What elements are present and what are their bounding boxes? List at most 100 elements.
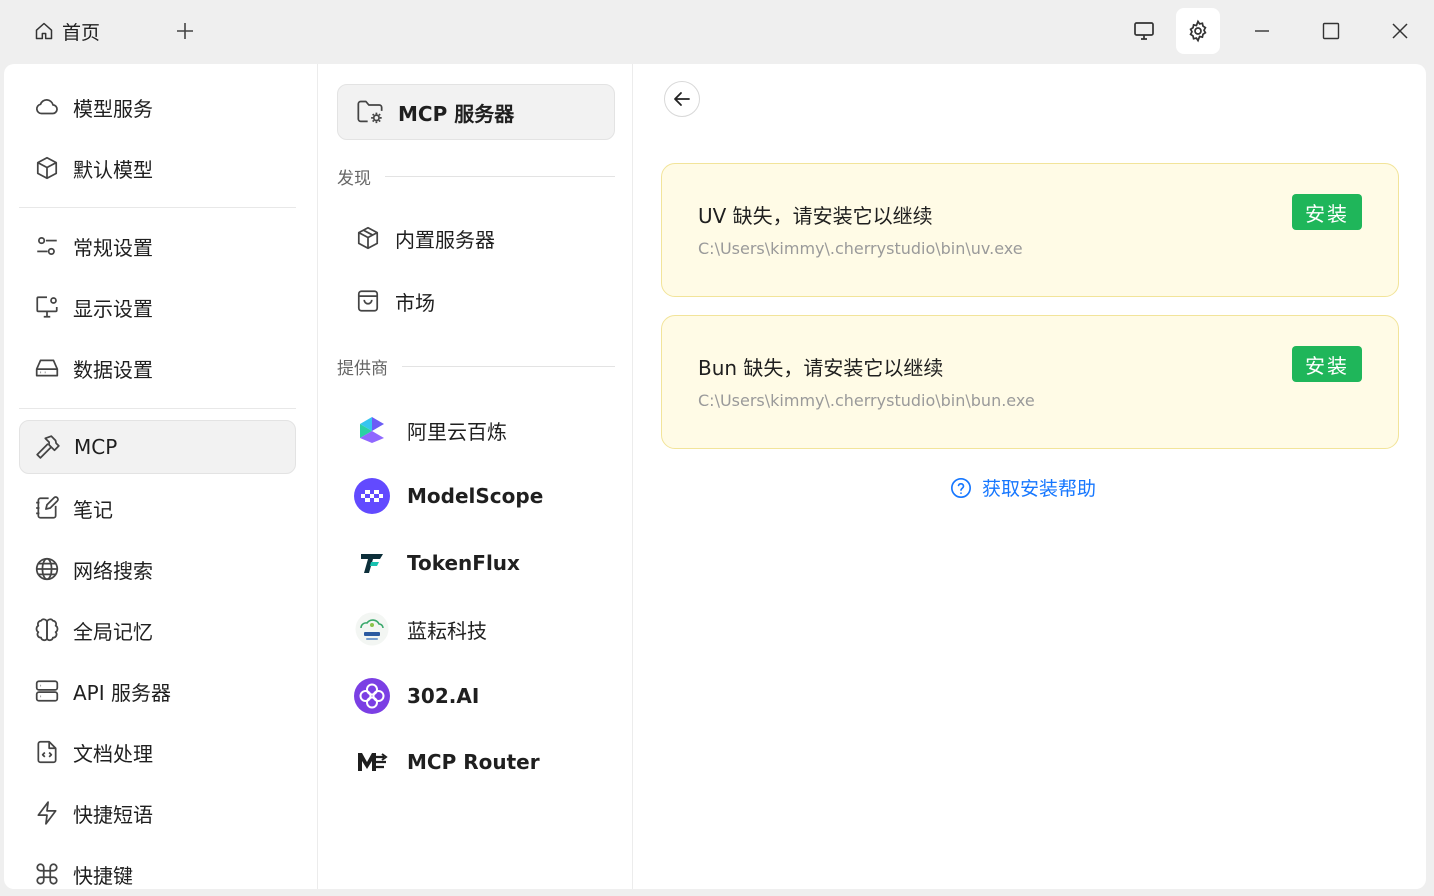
sidebar-item-mcp[interactable]: MCP bbox=[19, 420, 296, 474]
discover-section-label: 发现 bbox=[337, 163, 615, 189]
provider-label: 302.AI bbox=[407, 684, 480, 708]
section-divider bbox=[385, 175, 615, 177]
sidebar-item-default-model[interactable]: 默认模型 bbox=[19, 141, 296, 195]
sidebar-item-shortcuts[interactable]: 快捷键 bbox=[19, 847, 296, 889]
mcp-install-content: UV 缺失，请安装它以继续 C:\Users\kimmy\.cherrystud… bbox=[634, 64, 1426, 889]
provider-item-aliyun-bailian[interactable]: 阿里云百炼 bbox=[337, 402, 615, 458]
sidebar-item-model-service[interactable]: 模型服务 bbox=[19, 80, 296, 134]
sidebar-item-doc-processing[interactable]: 文档处理 bbox=[19, 725, 296, 779]
provider-label: 蓝耘科技 bbox=[407, 618, 487, 643]
globe-icon bbox=[33, 555, 61, 583]
notebook-pen-icon bbox=[33, 494, 61, 522]
cloud-icon bbox=[33, 93, 61, 121]
plus-icon bbox=[175, 21, 195, 41]
sidebar-item-label: 模型服务 bbox=[73, 96, 153, 121]
sidebar-item-label: 网络搜索 bbox=[73, 558, 153, 583]
cube-icon bbox=[355, 225, 381, 251]
provider-item-tokenflux[interactable]: TokenFlux bbox=[337, 535, 615, 591]
main-panel: 模型服务 默认模型 常规设置 显示设置 数据设置 MCP 笔记 网络搜索 全局记… bbox=[4, 64, 1426, 889]
sidebar-item-label: 快捷键 bbox=[73, 863, 133, 888]
builtin-servers-label: 内置服务器 bbox=[395, 227, 495, 252]
sidebar-item-label: API 服务器 bbox=[73, 680, 171, 705]
sidebar-item-label: 快捷短语 bbox=[73, 802, 153, 827]
close-button[interactable] bbox=[1378, 8, 1422, 54]
sidebar-divider bbox=[19, 207, 296, 208]
sidebar-item-display[interactable]: 显示设置 bbox=[19, 280, 296, 334]
bun-missing-title: Bun 缺失，请安装它以继续 bbox=[698, 356, 944, 380]
marketplace-label: 市场 bbox=[395, 290, 435, 315]
install-help-label: 获取安装帮助 bbox=[982, 478, 1097, 500]
sidebar-item-quick-phrases[interactable]: 快捷短语 bbox=[19, 786, 296, 840]
sidebar-item-data[interactable]: 数据设置 bbox=[19, 341, 296, 395]
section-divider bbox=[402, 365, 615, 367]
tokenflux-logo-icon bbox=[353, 544, 391, 582]
minimize-icon bbox=[1253, 22, 1271, 40]
monitor-settings-icon bbox=[33, 293, 61, 321]
provider-item-302ai[interactable]: 302.AI bbox=[337, 668, 615, 724]
arrow-left-icon bbox=[672, 89, 692, 109]
tab-home[interactable]: 首页 bbox=[22, 10, 112, 52]
close-icon bbox=[1391, 22, 1409, 40]
install-bun-button[interactable]: 安装 bbox=[1292, 346, 1362, 382]
maximize-icon bbox=[1322, 22, 1340, 40]
sidebar-item-web-search[interactable]: 网络搜索 bbox=[19, 542, 296, 596]
aliyun-bailian-logo-icon bbox=[353, 411, 391, 449]
uv-missing-card: UV 缺失，请安装它以继续 C:\Users\kimmy\.cherrystud… bbox=[661, 163, 1399, 297]
sidebar-item-memory[interactable]: 全局记忆 bbox=[19, 603, 296, 657]
brain-icon bbox=[33, 616, 61, 644]
install-help-link[interactable]: 获取安装帮助 bbox=[950, 474, 1096, 501]
mcp-servers-label: MCP 服务器 bbox=[398, 101, 515, 126]
command-icon bbox=[33, 860, 61, 888]
builtin-servers-item[interactable]: 内置服务器 bbox=[337, 213, 615, 263]
provider-item-modelscope[interactable]: ModelScope bbox=[337, 468, 615, 524]
file-code-icon bbox=[33, 738, 61, 766]
sidebar-item-api-server[interactable]: API 服务器 bbox=[19, 664, 296, 718]
sidebar-item-notes[interactable]: 笔记 bbox=[19, 481, 296, 535]
cube-icon bbox=[33, 154, 61, 182]
sidebar-item-label: 全局记忆 bbox=[73, 619, 153, 644]
provider-label: MCP Router bbox=[407, 750, 540, 774]
mcp-sidebar: MCP 服务器 发现 内置服务器 市场 提供商 阿里云百炼 ModelScope… bbox=[319, 64, 633, 889]
provider-label: ModelScope bbox=[407, 484, 544, 508]
lanyun-logo-icon bbox=[353, 610, 391, 648]
providers-section-label: 提供商 bbox=[337, 353, 615, 379]
discover-label-text: 发现 bbox=[337, 168, 371, 189]
home-icon bbox=[34, 21, 54, 41]
bun-missing-card: Bun 缺失，请安装它以继续 C:\Users\kimmy\.cherrystu… bbox=[661, 315, 1399, 449]
provider-label: TokenFlux bbox=[407, 551, 520, 575]
server-icon bbox=[33, 677, 61, 705]
install-uv-button[interactable]: 安装 bbox=[1292, 194, 1362, 230]
sidebar-item-label: MCP bbox=[74, 435, 118, 459]
add-tab-button[interactable] bbox=[168, 14, 202, 48]
monitor-icon bbox=[1132, 19, 1156, 43]
bun-missing-path: C:\Users\kimmy\.cherrystudio\bin\bun.exe bbox=[698, 391, 1035, 410]
uv-missing-title: UV 缺失，请安装它以继续 bbox=[698, 204, 933, 228]
sidebar-item-general[interactable]: 常规设置 bbox=[19, 219, 296, 273]
302ai-logo-icon bbox=[353, 677, 391, 715]
minimize-button[interactable] bbox=[1240, 8, 1284, 54]
sidebar-item-label: 常规设置 bbox=[73, 235, 153, 260]
sidebar-item-label: 笔记 bbox=[73, 497, 113, 522]
display-mode-button[interactable] bbox=[1122, 8, 1166, 54]
modelscope-logo-icon bbox=[353, 477, 391, 515]
mcp-servers-item[interactable]: MCP 服务器 bbox=[337, 84, 615, 140]
providers-label-text: 提供商 bbox=[337, 358, 388, 379]
title-bar: 首页 bbox=[0, 0, 1434, 64]
mcp-router-logo-icon bbox=[353, 743, 391, 781]
marketplace-item[interactable]: 市场 bbox=[337, 276, 615, 326]
maximize-button[interactable] bbox=[1309, 8, 1353, 54]
sliders-icon bbox=[33, 232, 61, 260]
sidebar-item-label: 数据设置 bbox=[73, 357, 153, 382]
sidebar-divider bbox=[19, 408, 296, 409]
settings-sidebar: 模型服务 默认模型 常规设置 显示设置 数据设置 MCP 笔记 网络搜索 全局记… bbox=[4, 64, 318, 889]
tab-home-label: 首页 bbox=[62, 21, 101, 44]
gear-icon bbox=[1186, 19, 1210, 43]
hammer-icon bbox=[34, 433, 62, 461]
back-button[interactable] bbox=[664, 81, 700, 117]
settings-button[interactable] bbox=[1176, 8, 1220, 54]
provider-item-mcp-router[interactable]: MCP Router bbox=[337, 734, 615, 790]
sidebar-item-label: 默认模型 bbox=[73, 157, 153, 182]
provider-item-lanyun[interactable]: 蓝耘科技 bbox=[337, 601, 615, 657]
zap-icon bbox=[33, 799, 61, 827]
shopping-bag-icon bbox=[355, 288, 381, 314]
